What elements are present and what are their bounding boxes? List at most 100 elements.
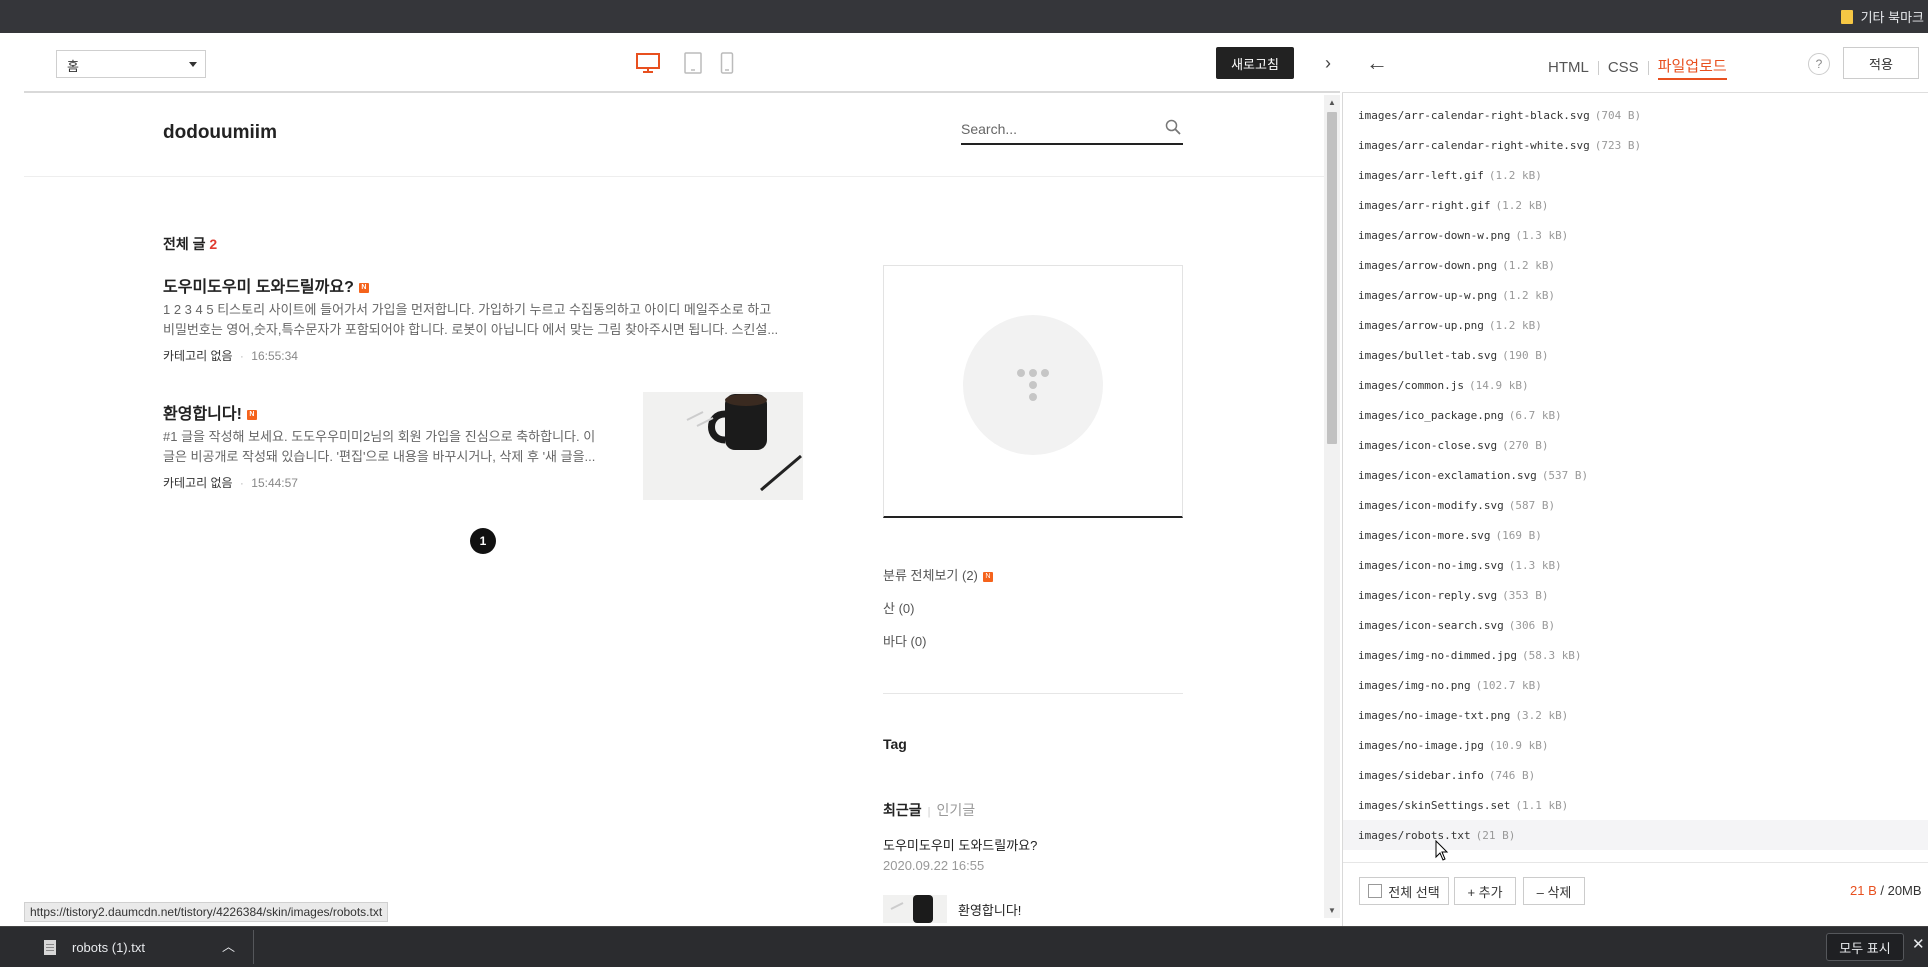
post-thumbnail[interactable]: [643, 392, 803, 500]
tab-recent[interactable]: 최근글: [883, 802, 922, 818]
search-icon[interactable]: [1165, 119, 1181, 135]
post-excerpt[interactable]: #1 글을 작성해 보세요. 도도우우미미2님의 회원 가입을 진심으로 축하합…: [163, 427, 603, 467]
file-list-item[interactable]: images/icon-modify.svg (587 B): [1343, 490, 1928, 520]
collapse-panel-icon[interactable]: ›: [1316, 48, 1340, 78]
file-size: (537 B): [1541, 468, 1589, 482]
checkbox-icon: [1368, 884, 1383, 898]
post-title-text: 환영합니다!: [163, 406, 242, 423]
help-icon[interactable]: ?: [1808, 53, 1830, 75]
quota-total: / 20MB: [1880, 883, 1922, 898]
post-meta: 카테고리 없음 · 15:44:57: [163, 476, 298, 490]
preview-toolbar: [24, 33, 1340, 93]
new-badge: N: [982, 571, 993, 582]
tab-popular[interactable]: 인기글: [937, 802, 976, 818]
file-name: images/icon-close.svg: [1358, 438, 1498, 452]
file-list-item[interactable]: images/robots.txt (21 B): [1343, 820, 1928, 850]
tab-divider: [1597, 60, 1599, 75]
file-list-item[interactable]: images/arr-calendar-right-black.svg (704 …: [1343, 100, 1928, 130]
tablet-icon[interactable]: [683, 52, 703, 74]
recent-post-title[interactable]: 환영합니다!: [958, 900, 1021, 919]
file-list-item[interactable]: images/no-image.jpg (10.9 kB): [1343, 730, 1928, 760]
post-excerpt[interactable]: 1 2 3 4 5 티스토리 사이트에 들어가서 가입을 먼저합니다. 가입하기…: [163, 300, 783, 340]
desktop-icon[interactable]: [635, 52, 661, 74]
profile-avatar[interactable]: [963, 315, 1103, 455]
file-name: images/no-image.jpg: [1358, 738, 1484, 752]
file-list-item[interactable]: images/ico_package.png (6.7 kB): [1343, 400, 1928, 430]
blog-title[interactable]: dodouumiim: [163, 122, 277, 144]
scroll-up-icon[interactable]: ▲: [1327, 98, 1337, 108]
file-name: images/icon-reply.svg: [1358, 588, 1498, 602]
apply-button[interactable]: 적용: [1843, 47, 1919, 79]
tab-file-upload[interactable]: 파일업로드: [1657, 55, 1727, 80]
recent-post-date: 2020.09.22 16:55: [883, 858, 985, 873]
recent-post-thumbnail[interactable]: [883, 895, 947, 923]
show-all-button[interactable]: 모두 표시: [1826, 933, 1904, 961]
scrollbar-thumb[interactable]: [1327, 112, 1337, 444]
file-list-item[interactable]: images/arrow-up-w.png (1.2 kB): [1343, 280, 1928, 310]
back-arrow-icon[interactable]: ←: [1362, 48, 1392, 78]
file-icon: [44, 939, 56, 955]
post-category: 카테고리 없음: [163, 476, 233, 490]
file-list-item[interactable]: images/arrow-down-w.png (1.3 kB): [1343, 220, 1928, 250]
close-icon[interactable]: ✕: [1912, 935, 1925, 953]
file-list-item[interactable]: images/sidebar.info (746 B): [1343, 760, 1928, 790]
file-list-item[interactable]: images/icon-exclamation.svg (537 B): [1343, 460, 1928, 490]
file-name: images/icon-no-img.svg: [1358, 558, 1504, 572]
file-list-item[interactable]: images/skinSettings.set (1.1 kB): [1343, 790, 1928, 820]
file-list-item[interactable]: images/icon-more.svg (169 B): [1343, 520, 1928, 550]
file-list-item[interactable]: images/img-no.png (102.7 kB): [1343, 670, 1928, 700]
select-all-checkbox[interactable]: 전체 선택: [1359, 877, 1449, 905]
file-name: images/icon-modify.svg: [1358, 498, 1504, 512]
file-size: (1.2 kB): [1495, 198, 1549, 212]
add-file-button[interactable]: + 추가: [1454, 877, 1516, 905]
bookmark-folder[interactable]: 기타 북마크: [1840, 0, 1928, 33]
new-badge: N: [246, 409, 257, 420]
download-divider: [253, 930, 254, 964]
header-divider: [24, 176, 1324, 177]
file-list-item[interactable]: images/common.js (14.9 kB): [1343, 370, 1928, 400]
tab-html[interactable]: HTML: [1548, 59, 1589, 76]
file-size: (723 B): [1594, 138, 1642, 152]
scroll-down-icon[interactable]: ▼: [1327, 906, 1337, 916]
sidebar-divider: [883, 693, 1183, 694]
file-list-item[interactable]: images/arr-calendar-right-white.svg (723 …: [1343, 130, 1928, 160]
file-list-item[interactable]: images/img-no-dimmed.jpg (58.3 kB): [1343, 640, 1928, 670]
refresh-button[interactable]: 새로고침: [1216, 47, 1294, 79]
post-title[interactable]: 도우미도우미 도와드릴까요? N: [163, 273, 369, 297]
tab-css[interactable]: CSS: [1608, 59, 1639, 76]
quota-used: 21 B: [1850, 883, 1877, 898]
file-name: images/no-image-txt.png: [1358, 708, 1511, 722]
folder-icon: [1840, 9, 1853, 24]
file-list-item[interactable]: images/icon-search.svg (306 B): [1343, 610, 1928, 640]
file-size: (21 B): [1475, 828, 1516, 842]
file-name: images/img-no-dimmed.jpg: [1358, 648, 1517, 662]
file-list-item[interactable]: images/arr-left.gif (1.2 kB): [1343, 160, 1928, 190]
file-list-item[interactable]: images/arr-right.gif (1.2 kB): [1343, 190, 1928, 220]
recent-post-title[interactable]: 도우미도우미 도와드릴까요?: [883, 835, 1037, 854]
category-item-all[interactable]: 분류 전체보기 (2) N: [883, 565, 993, 584]
select-all-label: 전체 선택: [1388, 884, 1440, 900]
chevron-up-icon[interactable]: ︿: [222, 936, 235, 955]
file-list-item[interactable]: images/icon-no-img.svg (1.3 kB): [1343, 550, 1928, 580]
pagination-current[interactable]: 1: [470, 528, 496, 554]
category-item-sea[interactable]: 바다 (0): [883, 631, 926, 650]
file-list-item[interactable]: images/bullet-tab.svg (190 B): [1343, 340, 1928, 370]
file-list-item[interactable]: images/arrow-down.png (1.2 kB): [1343, 250, 1928, 280]
file-name: images/img-no.png: [1358, 678, 1471, 692]
category-item-mountain[interactable]: 산 (0): [883, 598, 914, 617]
search-input[interactable]: Search...: [961, 113, 1183, 145]
file-name: images/sidebar.info: [1358, 768, 1484, 782]
file-list-item[interactable]: images/icon-reply.svg (353 B): [1343, 580, 1928, 610]
delete-file-button[interactable]: – 삭제: [1523, 877, 1585, 905]
file-list-item[interactable]: images/no-image-txt.png (3.2 kB): [1343, 700, 1928, 730]
page-select[interactable]: 홈: [56, 50, 206, 78]
mug-photo: [643, 392, 803, 500]
post-count-heading: 전체 글 2: [163, 234, 217, 254]
mobile-icon[interactable]: [720, 52, 734, 74]
file-list-item[interactable]: images/icon-close.svg (270 B): [1343, 430, 1928, 460]
file-list-item[interactable]: images/arrow-up.png (1.2 kB): [1343, 310, 1928, 340]
post-title[interactable]: 환영합니다! N: [163, 400, 257, 424]
download-item[interactable]: robots (1).txt: [44, 936, 145, 958]
file-size: (102.7 kB): [1475, 678, 1542, 692]
post-category: 카테고리 없음: [163, 349, 233, 363]
